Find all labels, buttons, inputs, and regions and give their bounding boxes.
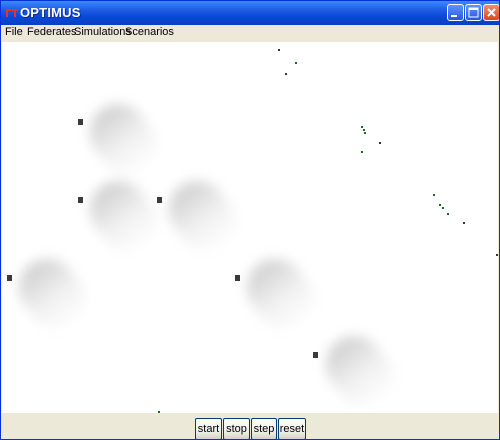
entity-dot[interactable] xyxy=(439,204,441,206)
entity-dot[interactable] xyxy=(364,132,366,134)
entity-dot[interactable] xyxy=(442,207,444,209)
entity-dot[interactable] xyxy=(447,213,449,215)
simulation-canvas[interactable] xyxy=(2,42,498,413)
simulation-object[interactable] xyxy=(313,352,318,358)
menu-simulations[interactable]: Simulations xyxy=(74,26,131,38)
simulation-controls: start stop step reset xyxy=(1,413,499,439)
close-button[interactable] xyxy=(483,4,499,21)
app-window: OPTIMUS File Federates Simulations Scena… xyxy=(0,0,500,440)
step-button[interactable]: step xyxy=(251,418,277,439)
simulation-object[interactable] xyxy=(157,197,162,203)
simulation-object[interactable] xyxy=(7,275,12,281)
stop-button[interactable]: stop xyxy=(223,418,250,439)
object-shadow xyxy=(78,92,170,187)
start-button[interactable]: start xyxy=(195,418,222,439)
title-bar[interactable]: OPTIMUS xyxy=(1,1,499,25)
entity-dot[interactable] xyxy=(361,151,363,153)
object-shadow xyxy=(78,169,170,264)
maximize-icon xyxy=(468,7,479,18)
minimize-button[interactable] xyxy=(447,4,464,21)
object-shadow xyxy=(314,324,406,413)
entity-dot[interactable] xyxy=(285,73,287,75)
menu-scenarios[interactable]: Scenarios xyxy=(125,26,174,38)
entity-dot[interactable] xyxy=(295,62,297,64)
entity-dot[interactable] xyxy=(433,194,435,196)
menu-bar: File Federates Simulations Scenarios xyxy=(1,25,499,41)
object-shadow xyxy=(157,169,249,264)
window-title: OPTIMUS xyxy=(20,5,81,20)
object-shadow xyxy=(235,247,327,342)
menu-file[interactable]: File xyxy=(5,26,23,38)
close-icon xyxy=(487,8,496,17)
entity-dot[interactable] xyxy=(496,254,498,256)
simulation-object[interactable] xyxy=(78,197,83,203)
app-logo-icon xyxy=(6,9,18,17)
entity-dot[interactable] xyxy=(463,222,465,224)
entity-dot[interactable] xyxy=(361,126,363,128)
minimize-icon xyxy=(451,15,457,17)
object-shadow xyxy=(7,247,99,342)
entity-dot[interactable] xyxy=(363,129,365,131)
maximize-button[interactable] xyxy=(465,4,482,21)
simulation-object[interactable] xyxy=(235,275,240,281)
reset-button[interactable]: reset xyxy=(278,418,306,439)
menu-federates[interactable]: Federates xyxy=(27,26,77,38)
simulation-object[interactable] xyxy=(78,119,83,125)
entity-dot[interactable] xyxy=(278,49,280,51)
entity-dot[interactable] xyxy=(379,142,381,144)
